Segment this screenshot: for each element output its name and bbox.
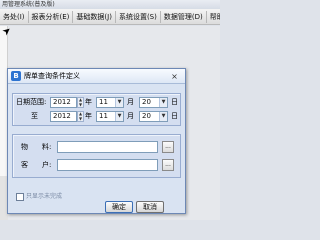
from-year-input[interactable]: 2012	[50, 97, 77, 108]
day-unit-label: 日	[171, 112, 178, 120]
year-unit-label: 年	[85, 98, 92, 106]
from-year-spinner[interactable]: ▲ ▼	[77, 97, 84, 108]
ok-button[interactable]: 确定	[105, 201, 133, 213]
to-month-value: 11	[99, 112, 108, 120]
month-unit-label: 月	[127, 98, 134, 106]
from-day-select[interactable]: 20 ▼	[139, 97, 168, 108]
mouse-cursor-icon: ➤	[0, 24, 14, 39]
close-icon[interactable]: ×	[169, 72, 180, 81]
app-title: 用管理系统(普及版)	[2, 1, 55, 8]
cancel-button[interactable]: 取消	[136, 201, 164, 213]
chevron-down-icon[interactable]: ▼	[159, 112, 167, 121]
spin-down-icon[interactable]: ▼	[78, 117, 83, 121]
menu-item-data-management[interactable]: 数据管理(D)	[161, 10, 207, 23]
from-month-value: 11	[99, 98, 108, 106]
only-unfinished-checkbox[interactable]	[16, 193, 24, 201]
menu-item-reports[interactable]: 报表分析(E)	[29, 10, 74, 23]
menu-item-help[interactable]: 帮助	[207, 11, 220, 23]
customer-label: 客 户:	[21, 161, 52, 169]
spin-down-icon[interactable]: ▼	[78, 103, 83, 107]
to-year-input[interactable]: 2012	[50, 111, 77, 122]
to-month-select[interactable]: 11 ▼	[96, 111, 124, 122]
date-range-panel: 日期范围: 2012 ▲ ▼ 年 11 ▼ 月 20 ▼ 日 至 2012 ▲ …	[12, 93, 181, 126]
chevron-down-icon[interactable]: ▼	[159, 98, 167, 107]
menu-item-business[interactable]: 务处(I)	[0, 10, 29, 23]
material-browse-button[interactable]: ...	[162, 141, 174, 153]
from-month-select[interactable]: 11 ▼	[96, 97, 124, 108]
from-day-value: 20	[142, 98, 151, 106]
to-year-spinner[interactable]: ▲ ▼	[77, 111, 84, 122]
material-input[interactable]	[57, 141, 158, 153]
year-unit-label: 年	[85, 112, 92, 120]
chevron-down-icon[interactable]: ▼	[115, 112, 123, 121]
material-label: 物 料:	[21, 143, 52, 151]
dialog-title-bar[interactable]: B 牌单查询条件定义 ×	[8, 69, 185, 84]
date-range-label: 日期范围:	[16, 98, 47, 106]
query-dialog: B 牌单查询条件定义 × 日期范围: 2012 ▲ ▼ 年 11 ▼ 月 20 …	[7, 68, 186, 214]
date-to-label: 至	[31, 112, 38, 120]
filter-fields-panel: 物 料: ... 客 户: ...	[12, 134, 181, 178]
dialog-title: 牌单查询条件定义	[24, 72, 80, 80]
app-logo-icon: B	[11, 71, 21, 81]
menu-item-base-data[interactable]: 基础数据(J)	[73, 10, 116, 23]
only-unfinished-label: 只显示未完成	[26, 193, 63, 200]
chevron-down-icon[interactable]: ▼	[115, 98, 123, 107]
to-day-select[interactable]: 20 ▼	[139, 111, 168, 122]
menu-item-settings[interactable]: 系统设置(S)	[116, 10, 161, 23]
to-day-value: 20	[142, 112, 151, 120]
day-unit-label: 日	[171, 98, 178, 106]
customer-input[interactable]	[57, 159, 158, 171]
menu-bar: 务处(I) 报表分析(E) 基础数据(J) 系统设置(S) 数据管理(D) 帮助	[0, 9, 220, 25]
month-unit-label: 月	[127, 112, 134, 120]
customer-browse-button[interactable]: ...	[162, 159, 174, 171]
app-title-bar: 用管理系统(普及版)	[0, 0, 220, 9]
